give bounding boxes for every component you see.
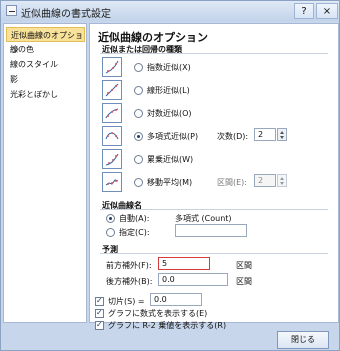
custom-name-label: 指定(C): xyxy=(119,228,150,237)
show-equation-checkbox[interactable] xyxy=(95,308,104,318)
order-spinner[interactable] xyxy=(277,128,287,141)
auto-name-label: 自動(A): xyxy=(119,214,150,223)
custom-name-input[interactable] xyxy=(175,224,247,237)
show-r2-label: グラフに R-2 乗値を表示する(R) xyxy=(108,321,227,330)
section-divider xyxy=(100,209,328,210)
custom-name-radio[interactable] xyxy=(106,228,115,237)
period-spinner[interactable] xyxy=(277,174,287,187)
intercept-checkbox[interactable] xyxy=(95,296,104,306)
polynomial-label: 多項式近似(P) xyxy=(147,132,199,141)
close-window-button[interactable]: × xyxy=(316,3,338,19)
help-button[interactable]: ? xyxy=(294,3,314,19)
order-input[interactable]: 2 xyxy=(254,128,276,141)
backward-input[interactable]: 0.0 xyxy=(158,273,228,286)
exponential-radio[interactable] xyxy=(134,63,143,72)
polynomial-icon xyxy=(102,126,122,146)
polynomial-radio[interactable] xyxy=(134,132,143,141)
options-panel: 近似曲線のオプション 近似または回帰の種類 指数近似(X) 線形近似(L) 対数… xyxy=(89,23,339,330)
period-input[interactable]: 2 xyxy=(254,174,276,187)
power-label: 累乗近似(W) xyxy=(147,155,194,164)
sidebar-item-glow-soft-edges[interactable]: 光彩とぼかし xyxy=(6,87,85,102)
intercept-label: 切片(S) = xyxy=(108,297,145,306)
moving-average-icon xyxy=(102,172,122,192)
logarithmic-icon xyxy=(102,103,122,123)
forward-input[interactable]: 5 xyxy=(158,257,210,270)
logarithmic-radio[interactable] xyxy=(134,109,143,118)
moving-average-radio[interactable] xyxy=(134,178,143,187)
backward-label: 後方補外(B): xyxy=(106,277,153,286)
period-label: 区間(E): xyxy=(217,178,247,187)
title-bar: 近似曲線の書式設定 ? × xyxy=(1,1,339,21)
sidebar-item-shadow[interactable]: 影 xyxy=(6,72,85,87)
show-r2-checkbox[interactable] xyxy=(95,320,104,330)
auto-name-radio[interactable] xyxy=(106,214,115,223)
order-label: 次数(D): xyxy=(217,132,249,141)
intercept-input[interactable]: 0.0 xyxy=(150,293,202,306)
section-divider xyxy=(100,53,328,54)
logarithmic-label: 対数近似(O) xyxy=(147,109,192,118)
show-equation-label: グラフに数式を表示する(E) xyxy=(108,309,208,318)
exponential-icon xyxy=(102,57,122,77)
forward-label: 前方補外(F): xyxy=(106,261,152,270)
power-icon xyxy=(102,149,122,169)
window-title: 近似曲線の書式設定 xyxy=(21,9,111,20)
app-icon xyxy=(6,5,17,16)
section-divider xyxy=(100,253,328,254)
moving-average-label: 移動平均(M) xyxy=(147,178,193,187)
sidebar: 近似曲線のオプション 線の色 線のスタイル 影 光彩とぼかし xyxy=(3,23,87,323)
sidebar-item-line-style[interactable]: 線のスタイル xyxy=(6,57,85,72)
auto-name-value: 多項式 (Count) xyxy=(175,214,232,223)
power-radio[interactable] xyxy=(134,155,143,164)
linear-radio[interactable] xyxy=(134,86,143,95)
format-trendline-dialog: 近似曲線の書式設定 ? × 近似曲線のオプション 線の色 線のスタイル 影 光彩… xyxy=(0,0,340,351)
exponential-label: 指数近似(X) xyxy=(147,63,191,72)
linear-icon xyxy=(102,80,122,100)
backward-unit: 区間 xyxy=(236,277,252,286)
close-button[interactable]: 閉じる xyxy=(277,331,329,349)
linear-label: 線形近似(L) xyxy=(147,86,190,95)
sidebar-item-trendline-options[interactable]: 近似曲線のオプション xyxy=(6,27,85,55)
panel-title: 近似曲線のオプション xyxy=(98,31,208,44)
forward-unit: 区間 xyxy=(236,261,252,270)
sidebar-item-line-color[interactable]: 線の色 xyxy=(6,42,85,57)
